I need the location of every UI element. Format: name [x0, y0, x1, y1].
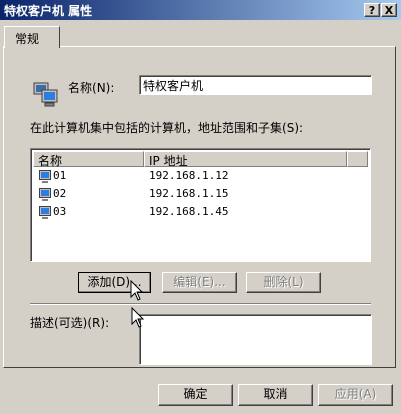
- name-label-text: 名称: [68, 81, 93, 95]
- tab-general-label: 常规: [15, 32, 40, 46]
- column-header-ip[interactable]: IP 地址: [144, 151, 347, 168]
- name-label-accel: (N):: [92, 81, 115, 95]
- mouse-cursor-icon: [130, 279, 144, 302]
- apply-button[interactable]: 应用(A): [318, 384, 393, 406]
- cancel-button[interactable]: 取消: [238, 384, 313, 406]
- description-label: 描述(可选)(R):: [30, 314, 109, 331]
- row-ip: 192.168.1.45: [149, 205, 229, 218]
- column-header-name-label: 名称: [38, 154, 63, 168]
- table-row[interactable]: 01 192.168.1.12: [33, 168, 368, 186]
- row-name: 02: [53, 187, 67, 200]
- window-title: 特权客户机 属性: [4, 4, 93, 18]
- mouse-cursor-icon: [131, 306, 145, 329]
- list-description: 在此计算机集中包括的计算机，地址范围和子集(S):: [30, 119, 303, 136]
- row-ip: 192.168.1.12: [149, 169, 229, 182]
- separator: [30, 303, 371, 305]
- delete-button-label: 删除(L): [263, 275, 304, 289]
- list-description-text: 在此计算机集中包括的计算机，地址范围和子集: [30, 121, 283, 135]
- column-header-filler: [347, 151, 368, 167]
- delete-button[interactable]: 删除(L): [246, 272, 321, 293]
- name-label: 名称(N):: [68, 79, 114, 96]
- table-row[interactable]: 03 192.168.1.45: [33, 204, 368, 222]
- description-label-accel: (R):: [87, 316, 110, 330]
- computer-list[interactable]: 名称 IP 地址 01 192.168.1.12 02 192.168.1.15…: [30, 148, 371, 262]
- apply-button-label: 应用(A): [334, 387, 377, 401]
- ok-button[interactable]: 确定: [158, 384, 233, 406]
- name-input[interactable]: 特权客户机: [139, 75, 372, 95]
- column-header-name[interactable]: 名称: [33, 151, 144, 168]
- table-row[interactable]: 02 192.168.1.15: [33, 186, 368, 204]
- edit-button[interactable]: 编辑(E)...: [162, 272, 237, 293]
- row-name: 03: [53, 205, 67, 218]
- description-label-text: 描述(可选): [30, 316, 88, 330]
- description-input[interactable]: [139, 314, 372, 365]
- computer-icon: [39, 170, 51, 187]
- computer-icon: [39, 188, 51, 205]
- name-input-value: 特权客户机: [143, 79, 204, 93]
- tab-general[interactable]: 常规: [4, 26, 60, 48]
- ok-button-label: 确定: [183, 387, 208, 401]
- close-button[interactable]: X: [381, 3, 397, 17]
- row-ip: 192.168.1.15: [149, 187, 229, 200]
- help-button[interactable]: ?: [364, 3, 380, 17]
- computer-icon: [39, 206, 51, 223]
- computer-set-icon: [33, 82, 59, 108]
- edit-button-label: 编辑(E)...: [173, 275, 226, 289]
- row-name: 01: [53, 169, 67, 182]
- column-header-ip-label: IP 地址: [149, 154, 188, 168]
- cancel-button-label: 取消: [263, 387, 288, 401]
- list-description-accel: (S):: [282, 121, 304, 135]
